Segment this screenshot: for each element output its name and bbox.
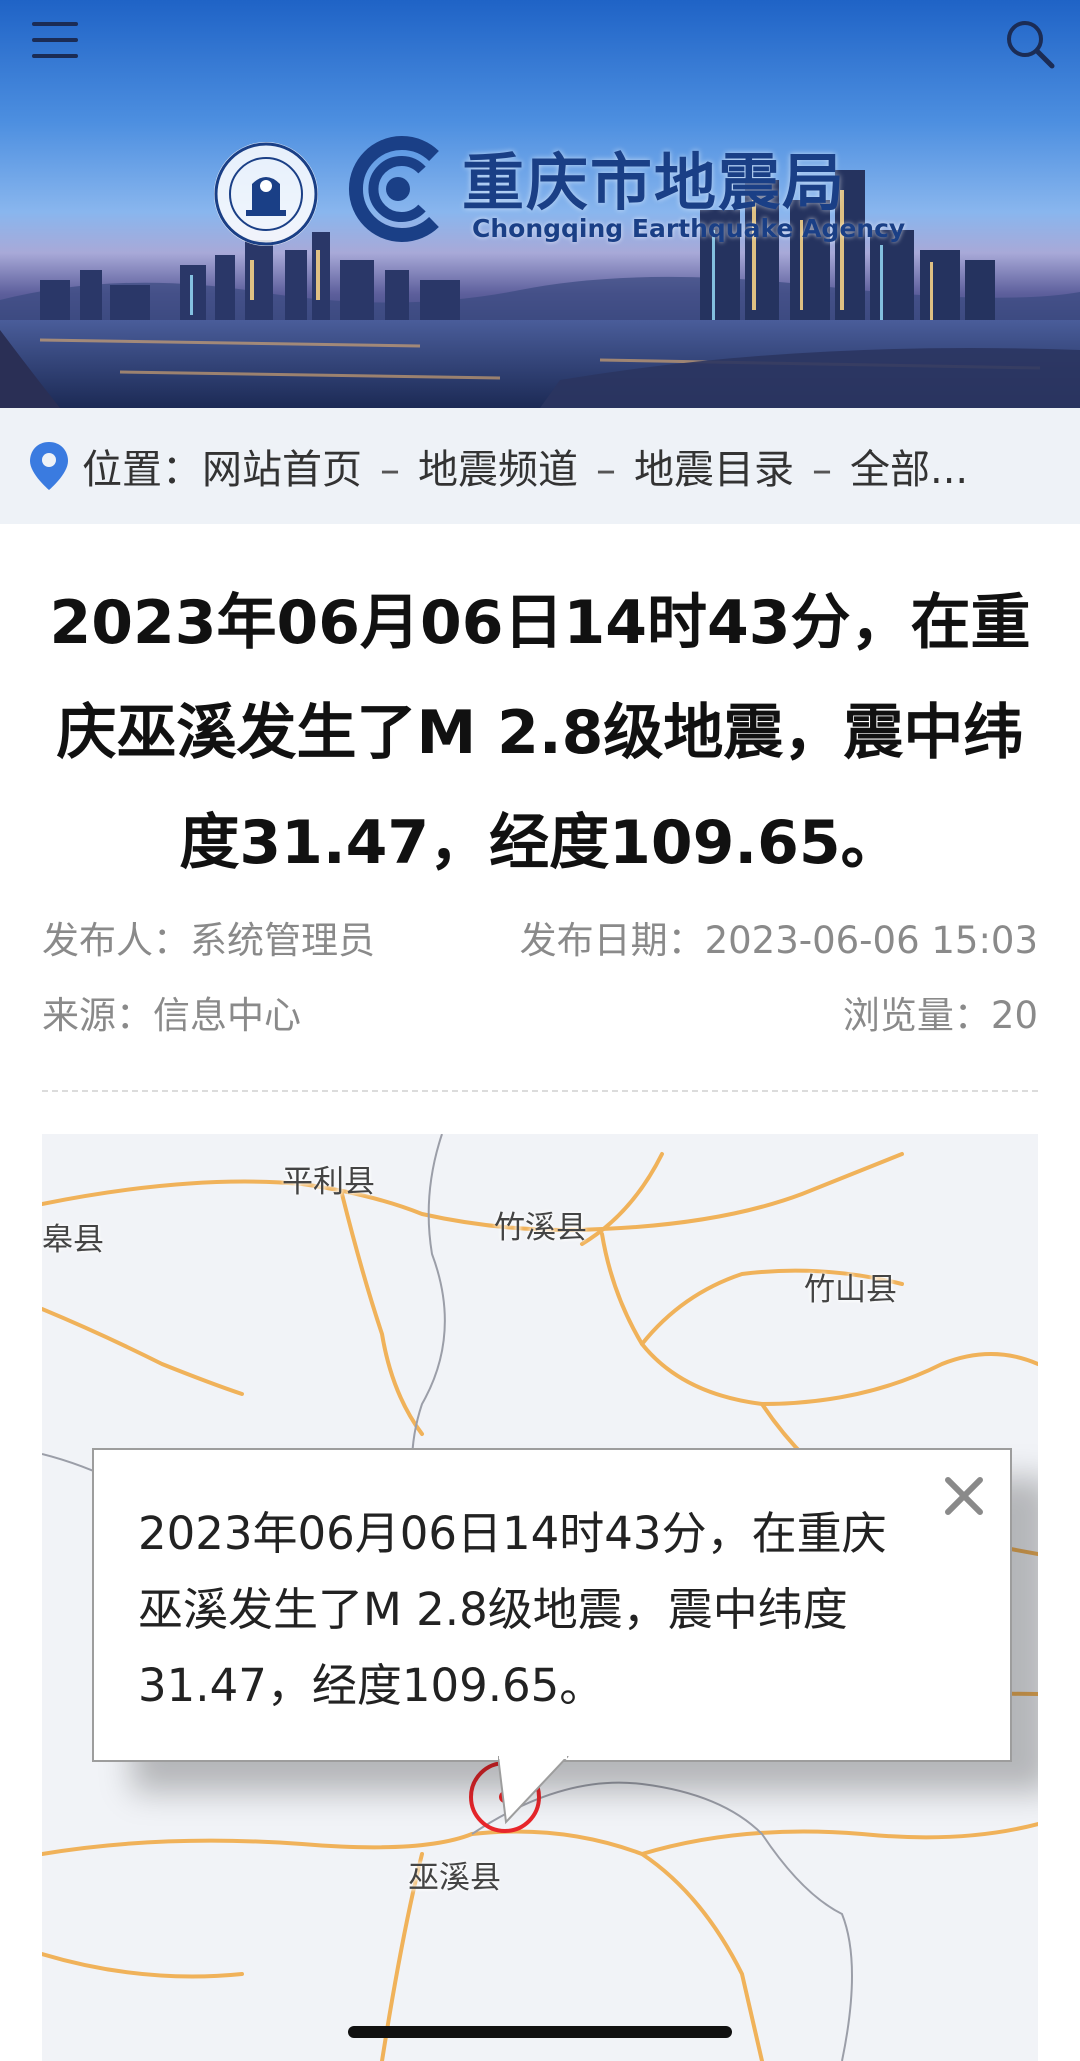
map-place-wuxi: 巫溪县: [408, 1860, 501, 1896]
earthquake-administration-emblem: [214, 142, 318, 246]
close-icon[interactable]: [942, 1474, 986, 1518]
map-place-zhuxi: 竹溪县: [494, 1210, 587, 1246]
agency-name-en: Chongqing Earthquake Agency: [472, 214, 906, 243]
view-count-value: 20: [990, 994, 1038, 1037]
article-meta-row-1: 发布人：系统管理员 发布日期：2023-06-06 15:03: [42, 910, 1038, 964]
breadcrumb-trail: 位置：网站首页 – 地震频道 – 地震目录 – 全部...: [82, 437, 1062, 495]
breadcrumb-separator: –: [596, 447, 616, 493]
agency-logo-icon: [349, 136, 439, 242]
publish-date: 发布日期：2023-06-06 15:03: [520, 910, 1038, 964]
view-count-label: 浏览量：: [842, 994, 991, 1037]
publish-date-label: 发布日期：: [519, 919, 705, 962]
breadcrumb-item-earthquake-catalog[interactable]: 地震目录: [634, 447, 794, 493]
earthquake-map[interactable]: 平利县 竹溪县 竹山县 皋县 巫溪县 2023年06月06日14时43分，在重庆…: [42, 1134, 1038, 2061]
article-meta-row-2: 来源：信息中心 浏览量：20: [42, 985, 1038, 1039]
home-indicator[interactable]: [348, 2026, 732, 2038]
breadcrumb-item-earthquake-channel[interactable]: 地震频道: [418, 447, 578, 493]
source-value: 信息中心: [153, 994, 301, 1037]
agency-name-cn: 重庆市地震局: [462, 146, 847, 219]
location-pin-icon: [30, 442, 68, 490]
publisher-value: 系统管理员: [190, 919, 375, 962]
map-place-pingli: 平利县: [282, 1164, 375, 1200]
publish-date-value: 2023-06-06 15:03: [704, 919, 1038, 962]
publisher-label: 发布人：: [42, 919, 190, 962]
view-count: 浏览量：20: [843, 985, 1038, 1039]
menu-icon[interactable]: [32, 22, 78, 62]
map-place-zhushan: 竹山县: [804, 1272, 897, 1308]
breadcrumb: 位置：网站首页 – 地震频道 – 地震目录 – 全部...: [0, 408, 1080, 524]
map-info-popup: 2023年06月06日14时43分，在重庆巫溪发生了M 2.8级地震，震中纬度3…: [92, 1448, 1012, 1762]
header-banner: 重庆市地震局 Chongqing Earthquake Agency: [0, 0, 1080, 408]
article-title: 2023年06月06日14时43分，在重庆巫溪发生了M 2.8级地震，震中纬度3…: [49, 588, 1031, 878]
breadcrumb-separator: –: [812, 447, 832, 493]
breadcrumb-separator: –: [380, 447, 400, 493]
map-place-gao: 皋县: [42, 1222, 104, 1258]
popup-pointer: [498, 1756, 569, 1825]
source-label: 来源：: [42, 994, 153, 1037]
breadcrumb-item-home[interactable]: 网站首页: [202, 447, 362, 493]
divider: [42, 1090, 1038, 1092]
search-icon[interactable]: [1004, 18, 1056, 70]
breadcrumb-item-all[interactable]: 全部...: [850, 447, 968, 493]
breadcrumb-label: 位置：: [82, 447, 202, 493]
popup-text: 2023年06月06日14时43分，在重庆巫溪发生了M 2.8级地震，震中纬度3…: [138, 1507, 887, 1712]
